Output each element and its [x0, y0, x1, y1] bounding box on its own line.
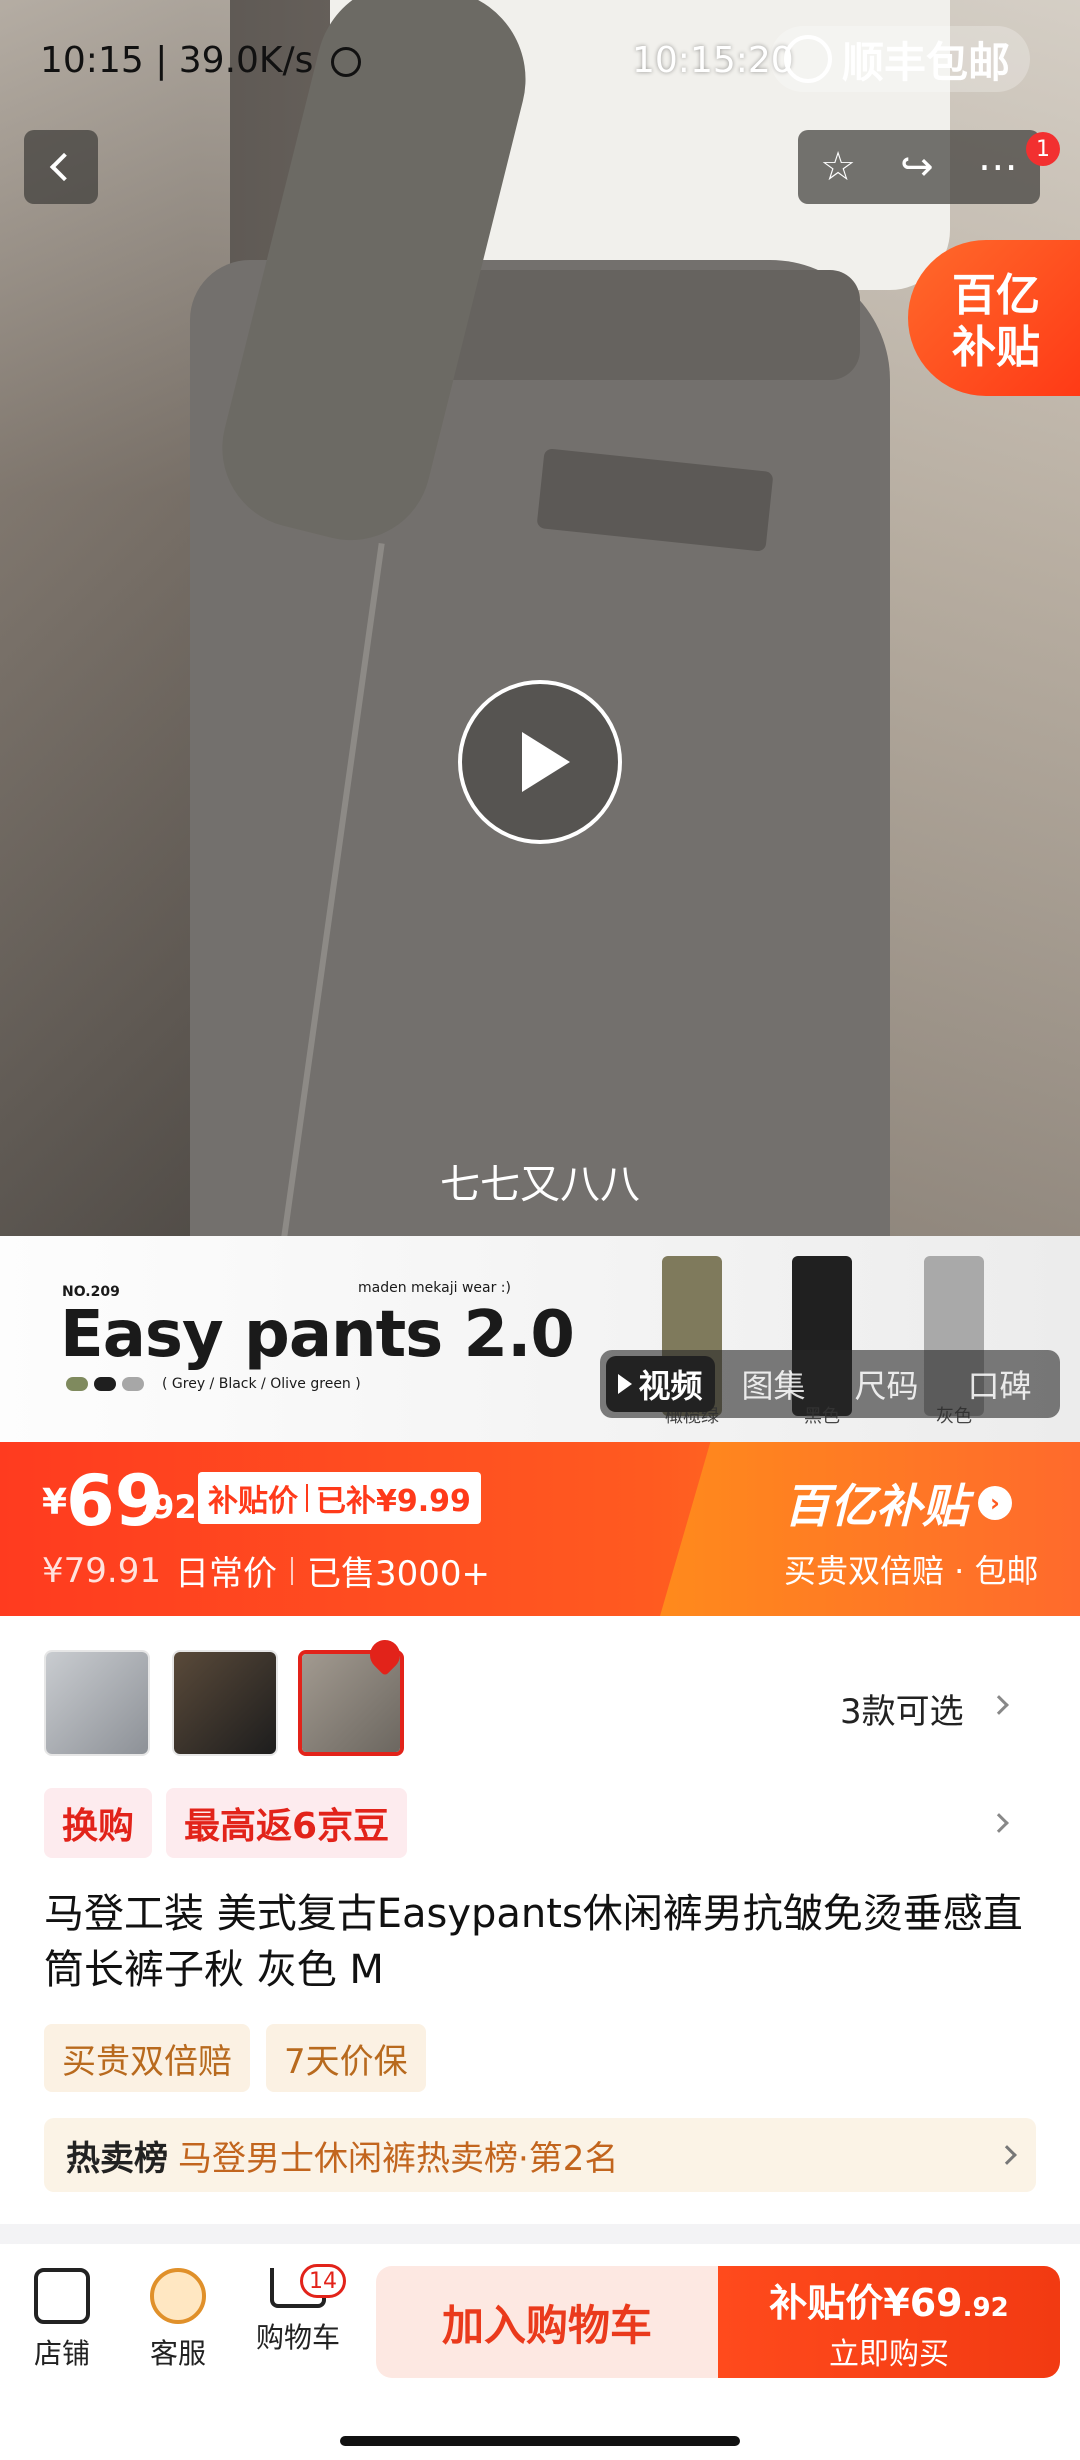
- guarantee-double-refund: 买贵双倍赔: [44, 2024, 250, 2092]
- subsidy-price-label: 补贴价: [208, 1484, 298, 1519]
- original-price-label: 日常价: [174, 1554, 277, 1594]
- tab-video-label: 视频: [638, 1367, 703, 1405]
- price-bar[interactable]: ¥ 69 .92 补贴价 已补¥9.99 ¥79.91 日常价 已售3000+ …: [0, 1442, 1080, 1616]
- subsidy-brand[interactable]: 百亿补贴 ›: [784, 1470, 1012, 1536]
- tab-video[interactable]: 视频: [606, 1356, 715, 1412]
- add-to-cart-button[interactable]: 加入购物车: [376, 2266, 718, 2378]
- price-divider: [290, 1556, 293, 1585]
- shipping-badge: 顺丰包邮: [770, 26, 1031, 92]
- video-caption: 七七又八八: [440, 1162, 640, 1208]
- header-actions: ☆ ↪ ⋯: [798, 130, 1040, 204]
- subsidy-amount: 已补¥9.99: [316, 1484, 471, 1519]
- price-decimal: .92: [140, 1488, 197, 1526]
- price-currency: ¥: [42, 1482, 68, 1523]
- subsidy-tag-line1: 百亿: [952, 270, 1040, 321]
- bottom-action-bar: 店铺 客服 购物车 14 加入购物车 补贴价¥69.92 立即购买: [0, 2244, 1080, 2460]
- media-tabs: 视频 图集 尺码 口碑: [600, 1350, 1060, 1418]
- ranking-bar[interactable]: 热卖榜 马登男士休闲裤热卖榜·第2名: [44, 2118, 1036, 2192]
- play-icon: [618, 1374, 633, 1394]
- variant-count: 3款可选: [840, 1692, 964, 1732]
- product-hero-video[interactable]: 10:15 | 39.0K/s 10:15:20 顺丰包邮 ☆ ↪ ⋯ 1 百亿…: [0, 0, 1080, 1236]
- buy-price: 补贴价¥69.92: [769, 2272, 1008, 2327]
- variant-thumb-1[interactable]: [44, 1650, 150, 1756]
- promo-exchange: 换购: [44, 1788, 153, 1858]
- chevron-right-icon[interactable]: [989, 1813, 1009, 1833]
- star-icon[interactable]: ☆: [820, 147, 856, 187]
- swatch-black: [94, 1377, 116, 1391]
- product-title: 马登工装 美式复古Easypants休闲裤男抗皱免烫垂感直筒长裤子秋 灰色 M: [44, 1891, 1023, 1993]
- subsidy-brand-label: 百亿补贴: [784, 1479, 968, 1533]
- chat-icon: [150, 2268, 206, 2324]
- home-indicator[interactable]: [340, 2436, 740, 2446]
- store-label: 店铺: [33, 2337, 90, 2370]
- notification-badge: 1: [1026, 132, 1060, 166]
- subsidy-tag-line2: 补贴: [952, 322, 1040, 373]
- cart-count-badge: 14: [300, 2264, 346, 2298]
- banner-brand: maden mekaji wear :): [358, 1280, 511, 1296]
- sold-count: 已售3000+: [306, 1554, 490, 1594]
- section-divider: [0, 2224, 1080, 2244]
- status-bar: 10:15 | 39.0K/s: [40, 40, 361, 81]
- customer-service-label: 客服: [149, 2337, 206, 2370]
- play-video-button[interactable]: [458, 680, 622, 844]
- status-time-speed: 10:15 | 39.0K/s: [40, 40, 314, 81]
- original-price: ¥79.91: [42, 1550, 161, 1591]
- ranking-text: 马登男士休闲裤热卖榜·第2名: [178, 2138, 619, 2179]
- subsidy-brand-sub: 买贵双倍赔 · 包邮: [784, 1552, 1039, 1590]
- variant-selector[interactable]: 3款可选: [0, 1616, 1080, 1766]
- play-icon: [522, 732, 570, 792]
- price-secondary: ¥79.91 日常价 已售3000+: [42, 1546, 490, 1595]
- promo-chips[interactable]: 换购 最高返6京豆: [44, 1788, 408, 1858]
- banner-colors-note: ( Grey / Black / Olive green ): [162, 1376, 361, 1392]
- chevron-right-icon: [997, 2145, 1017, 2165]
- shipping-badge-label: 顺丰包邮: [842, 37, 1011, 87]
- more-icon[interactable]: ⋯: [978, 147, 1018, 187]
- ranking-label: 热卖榜: [66, 2138, 168, 2179]
- guarantee-chips[interactable]: 买贵双倍赔 7天价保: [44, 2024, 426, 2092]
- buy-now-button[interactable]: 补贴价¥69.92 立即购买: [718, 2266, 1060, 2378]
- banner-title: Easy pants 2.0: [60, 1298, 575, 1372]
- variant-thumb-2[interactable]: [172, 1650, 278, 1756]
- banner-color-swatches: ( Grey / Black / Olive green ): [66, 1376, 361, 1392]
- chevron-right-icon: [989, 1695, 1009, 1715]
- back-button[interactable]: [24, 130, 98, 204]
- chevron-right-icon: ›: [978, 1486, 1012, 1520]
- swatch-grey: [122, 1377, 144, 1391]
- buy-now-label: 立即购买: [829, 2336, 949, 2372]
- swatch-olive: [66, 1377, 88, 1391]
- tab-gallery[interactable]: 图集: [719, 1356, 828, 1412]
- buy-price-label: 补贴价¥69: [769, 2280, 963, 2325]
- alarm-icon: [330, 47, 361, 77]
- cart-label: 购物车: [255, 2321, 340, 2354]
- subsidy-tag[interactable]: 百亿 补贴: [908, 240, 1080, 396]
- customer-service-button[interactable]: 客服: [128, 2268, 228, 2372]
- subsidy-price-tag: 补贴价 已补¥9.99: [198, 1472, 481, 1524]
- store-icon: [34, 2268, 90, 2324]
- guarantee-price-protect: 7天价保: [266, 2024, 426, 2092]
- sf-express-icon: [784, 35, 832, 83]
- tag-divider: [306, 1484, 308, 1512]
- tab-reviews[interactable]: 口碑: [945, 1356, 1054, 1412]
- tab-size[interactable]: 尺码: [832, 1356, 941, 1412]
- share-icon[interactable]: ↪: [900, 147, 934, 187]
- promo-jingdou: 最高返6京豆: [166, 1788, 408, 1858]
- back-icon: [49, 152, 79, 182]
- store-button[interactable]: 店铺: [12, 2268, 112, 2372]
- buy-price-decimal: .92: [962, 2292, 1009, 2323]
